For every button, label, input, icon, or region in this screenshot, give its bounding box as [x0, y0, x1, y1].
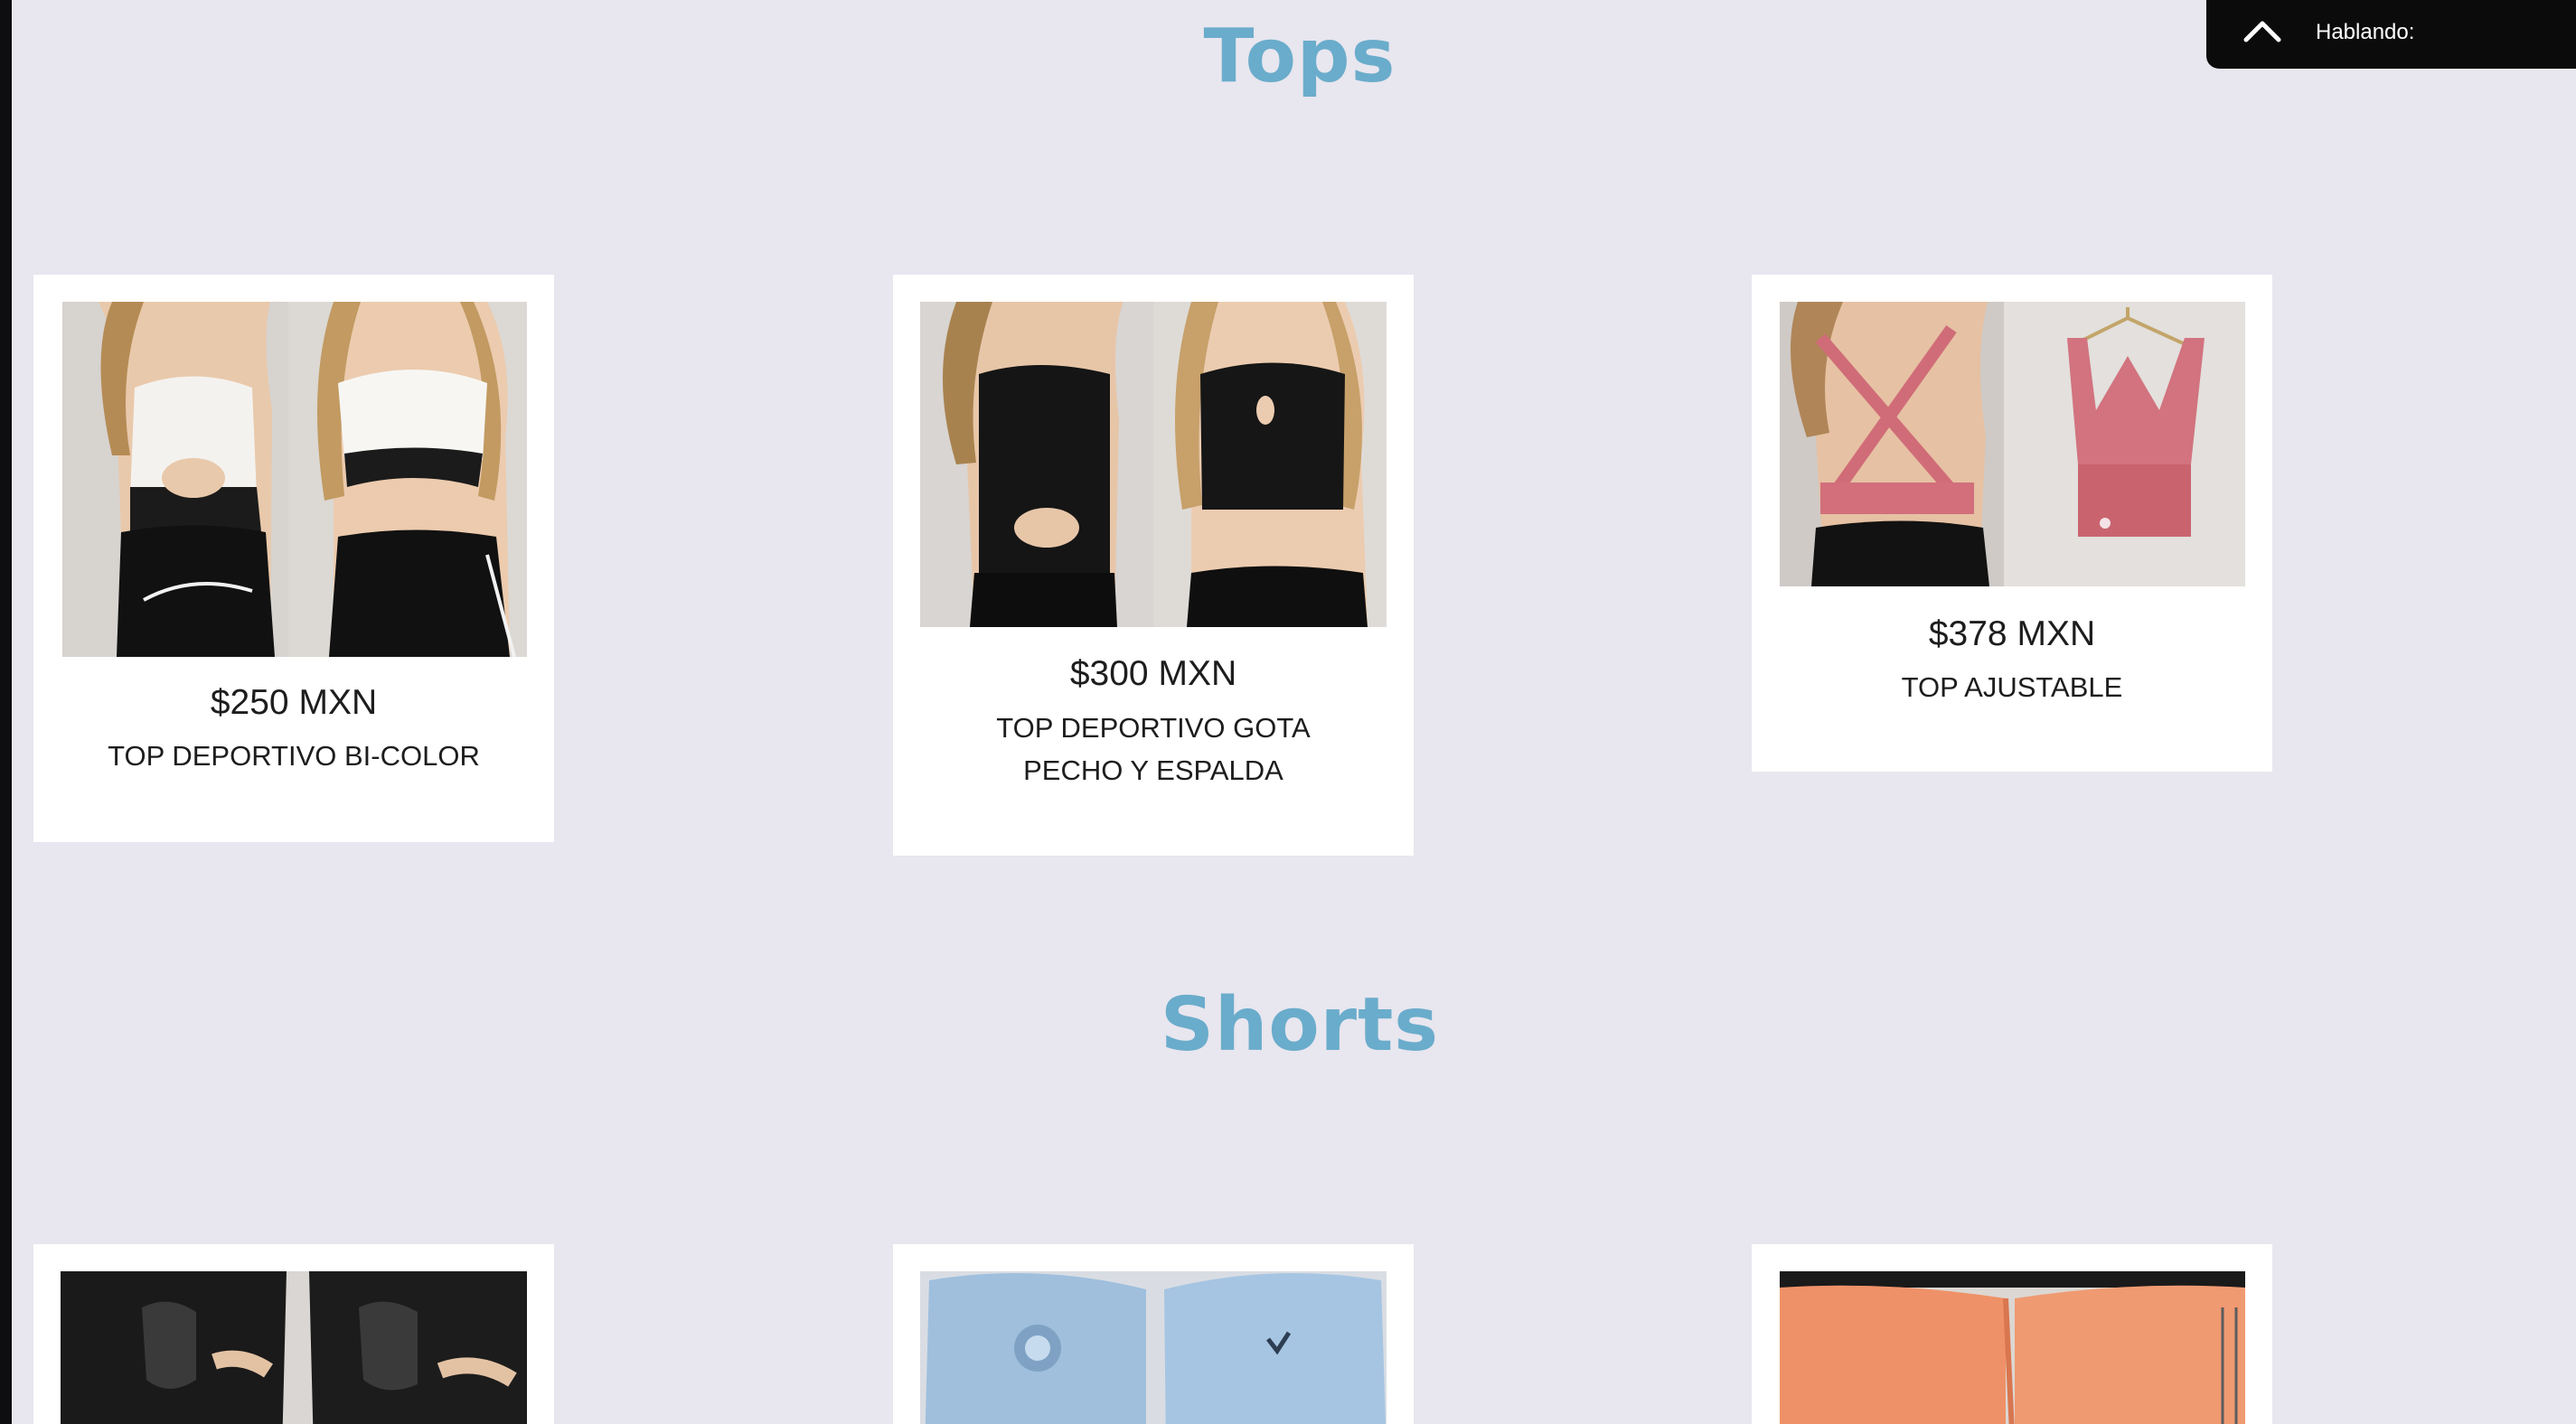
- woman-black-keyhole-sports-top-photo: [920, 302, 1387, 627]
- product-card-shorts-black[interactable]: [33, 1244, 554, 1424]
- product-image[interactable]: [920, 1271, 1387, 1424]
- product-price: $378 MXN: [1928, 614, 2096, 653]
- section-title-tops: Tops: [1203, 14, 1396, 99]
- light-blue-denim-print-shorts-photo: [920, 1271, 1387, 1424]
- voice-status-label: Hablando:: [2316, 20, 2415, 44]
- product-card-top-gota[interactable]: $300 MXN TOP DEPORTIVO GOTA PECHO Y ESPA…: [893, 275, 1414, 856]
- product-price: $300 MXN: [1069, 654, 1237, 693]
- product-image[interactable]: [61, 1271, 527, 1424]
- product-card-top-bicolor[interactable]: $250 MXN TOP DEPORTIVO BI-COLOR: [33, 275, 554, 842]
- product-card-shorts-denim[interactable]: [893, 1244, 1414, 1424]
- product-name: TOP DEPORTIVO GOTA PECHO Y ESPALDA: [996, 712, 1311, 786]
- product-card-shorts-orange[interactable]: [1752, 1244, 2272, 1424]
- black-mesh-shorts-photo: [61, 1271, 527, 1424]
- window-edge: [0, 0, 12, 1424]
- catalog-page: Tops $250 MXN TOP DEPORTIVO BI-COLOR $30…: [0, 0, 2576, 1424]
- product-image[interactable]: [1780, 302, 2245, 586]
- pink-crossback-sports-bra-photo: [1780, 302, 2245, 586]
- product-name: TOP AJUSTABLE: [1901, 671, 2123, 703]
- woman-white-black-sports-top-photo: [62, 302, 527, 657]
- chevron-up-icon[interactable]: [2242, 18, 2282, 45]
- product-name: TOP DEPORTIVO BI-COLOR: [108, 740, 480, 772]
- product-price: $250 MXN: [210, 683, 378, 722]
- product-image[interactable]: [920, 302, 1387, 627]
- voice-status-widget[interactable]: Hablando:: [2206, 0, 2576, 69]
- section-title-shorts: Shorts: [1160, 982, 1440, 1068]
- orange-seamless-shorts-photo: [1780, 1271, 2245, 1424]
- product-card-top-ajustable[interactable]: $378 MXN TOP AJUSTABLE: [1752, 275, 2272, 772]
- product-image[interactable]: [1780, 1271, 2245, 1424]
- product-image[interactable]: [62, 302, 527, 657]
